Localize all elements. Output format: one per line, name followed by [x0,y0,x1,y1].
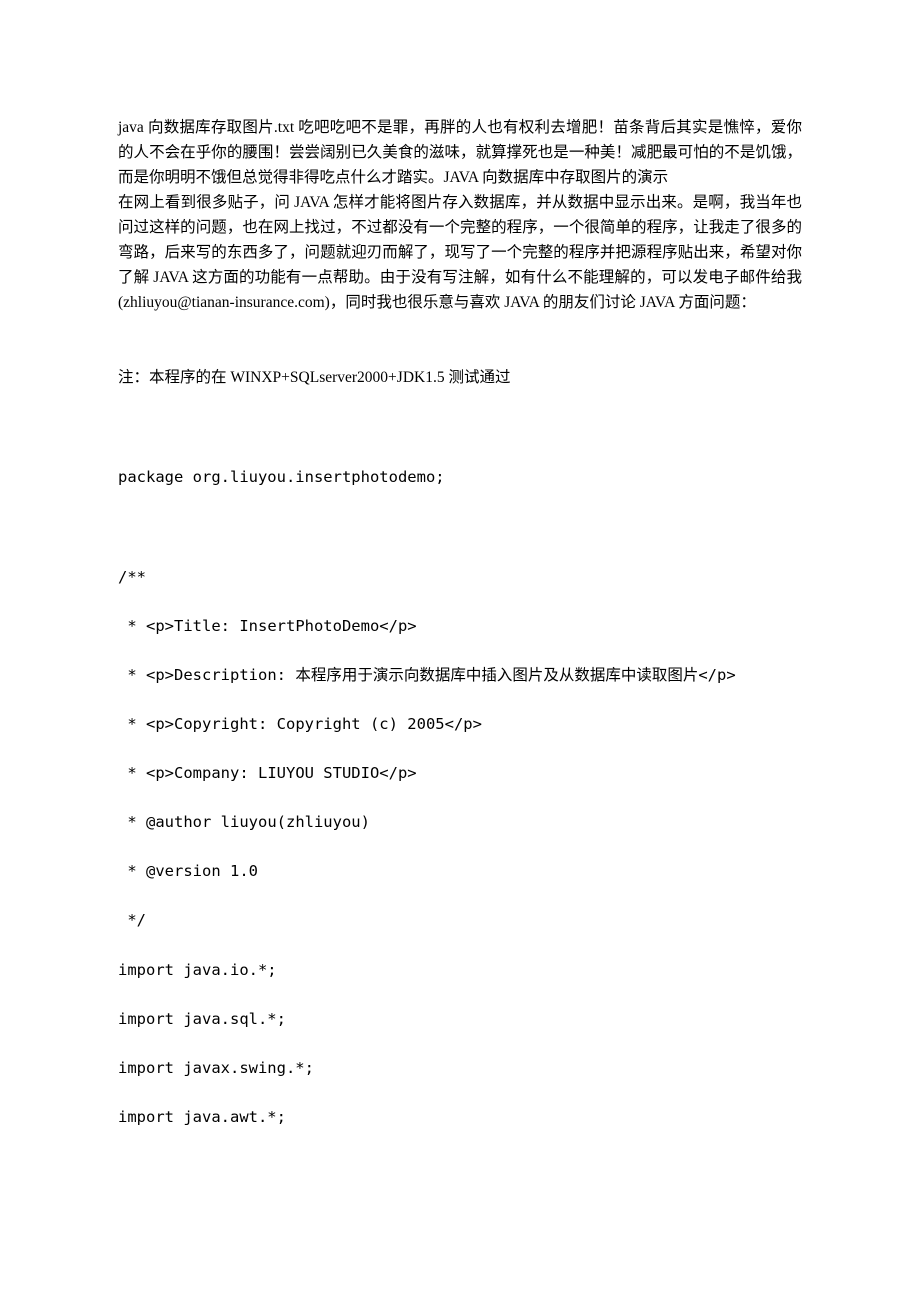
note-line: 注：本程序的在 WINXP+SQLserver2000+JDK1.5 测试通过 [118,365,802,390]
javadoc-author: * @author liuyou(zhliuyou) [118,810,802,835]
import-line: import java.io.*; [118,958,802,983]
javadoc-title: * <p>Title: InsertPhotoDemo</p> [118,614,802,639]
javadoc-company: * <p>Company: LIUYOU STUDIO</p> [118,761,802,786]
javadoc-version: * @version 1.0 [118,859,802,884]
javadoc-block: /** * <p>Title: InsertPhotoDemo</p> * <p… [118,565,802,933]
import-line: import java.sql.*; [118,1007,802,1032]
blank-spacer [118,315,802,365]
javadoc-description: * <p>Description: 本程序用于演示向数据库中插入图片及从数据库中… [118,663,802,688]
package-declaration: package org.liuyou.insertphotodemo; [118,465,802,490]
javadoc-open: /** [118,565,802,590]
blank-spacer [118,933,802,958]
document-page: java 向数据库存取图片.txt 吃吧吃吧不是罪，再胖的人也有权利去增肥！苗条… [0,0,920,1302]
blank-spacer [118,390,802,465]
javadoc-close: */ [118,908,802,933]
imports-block: import java.io.*; import java.sql.*; imp… [118,958,802,1130]
import-line: import javax.swing.*; [118,1056,802,1081]
intro-paragraph-2: 在网上看到很多贴子，问 JAVA 怎样才能将图片存入数据库，并从数据中显示出来。… [118,190,802,315]
javadoc-copyright: * <p>Copyright: Copyright (c) 2005</p> [118,712,802,737]
import-line: import java.awt.*; [118,1105,802,1130]
intro-paragraph-1: java 向数据库存取图片.txt 吃吧吃吧不是罪，再胖的人也有权利去增肥！苗条… [118,115,802,190]
blank-spacer [118,490,802,565]
